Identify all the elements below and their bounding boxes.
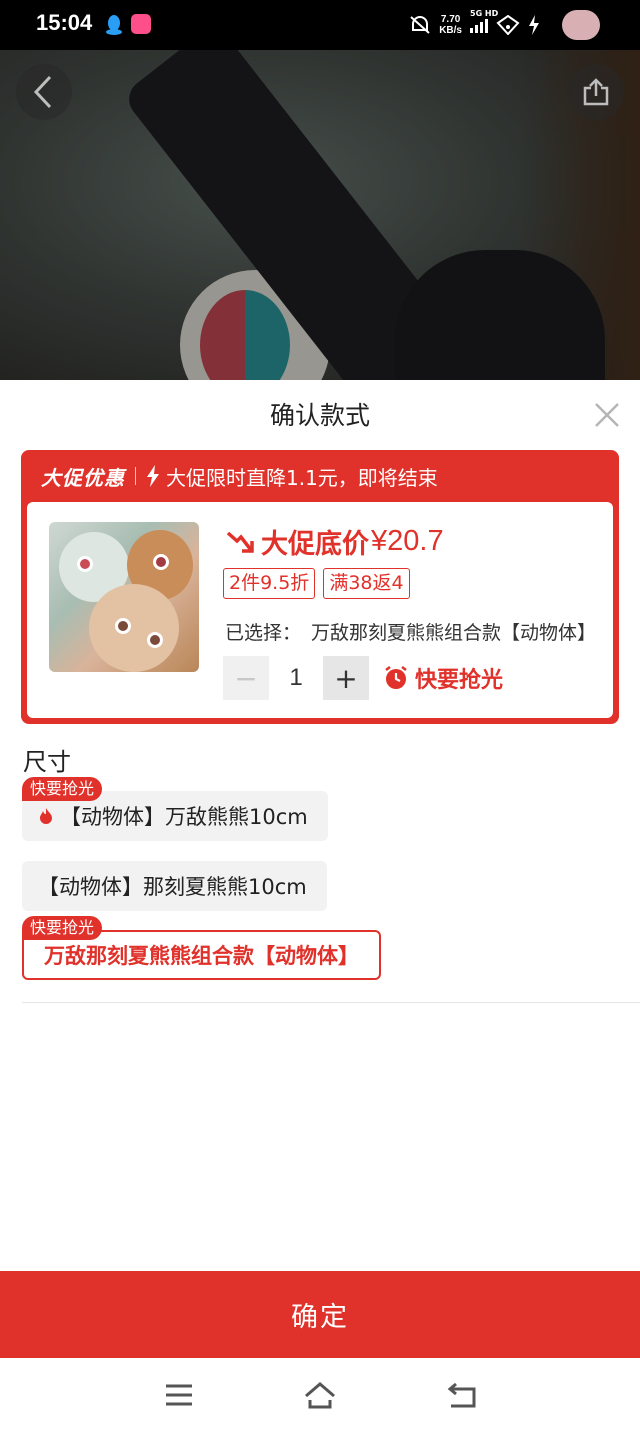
mute-icon (410, 16, 430, 34)
net-speed: 7.70 KB/s (439, 14, 462, 36)
discount-chips: 2件9.5折 满38返4 (223, 568, 410, 599)
confirm-button[interactable]: 确定 (0, 1271, 640, 1358)
home-icon[interactable] (303, 1380, 337, 1410)
status-bar: 15:04 7.70 KB/s 5G HD (0, 0, 640, 50)
selected-label: 已选择： (225, 622, 302, 644)
status-right: 7.70 KB/s 5G HD (409, 9, 540, 40)
divider (22, 1002, 640, 1003)
price-label: 大促底价 (261, 529, 369, 560)
fire-icon (40, 808, 52, 824)
share-button[interactable] (568, 64, 624, 120)
alarm-clock-icon (385, 666, 407, 689)
back-arrow-icon (33, 75, 52, 109)
product-image (0, 50, 640, 380)
qq-app-icon (104, 14, 124, 35)
stock-badge: 快要抢光 (22, 916, 103, 940)
price-down-arrow-icon (226, 531, 254, 553)
close-icon[interactable] (592, 400, 622, 430)
selected-variant: 已选择： 万敌那刻夏熊熊组合款【动物体】 (225, 618, 599, 645)
sheet-title: 确认款式 (269, 401, 370, 430)
promo-box: 大促优惠 大促限时直降1.1元，即将结束 大促底价 ¥20.7 2件9.5折 满… (21, 450, 619, 724)
quantity-stepper: − 1 + 快要抢光 (223, 656, 503, 700)
wifi-icon (496, 15, 520, 35)
size-option-label: 万敌那刻夏熊熊组合款【动物体】 (44, 944, 359, 968)
price-value: ¥20.7 (371, 525, 444, 557)
rebate-chip[interactable]: 满38返4 (323, 568, 410, 599)
stock-badge: 快要抢光 (22, 777, 103, 801)
lightning-icon (147, 465, 159, 487)
back-button[interactable] (16, 64, 72, 120)
quantity-value[interactable]: 1 (269, 664, 323, 692)
size-option-label: 【动物体】万敌熊熊10cm (60, 805, 308, 829)
product-thumbnail[interactable] (49, 522, 199, 672)
menu-icon[interactable] (162, 1380, 196, 1410)
hurry-label: 快要抢光 (383, 662, 503, 694)
charging-icon (529, 15, 539, 35)
app-notification-icon (131, 14, 151, 34)
signal-icon: 5G HD (470, 9, 498, 33)
back-icon[interactable] (445, 1380, 479, 1410)
size-option-label: 【动物体】那刻夏熊熊10cm (38, 875, 307, 899)
avatar (562, 10, 600, 40)
share-icon (583, 78, 609, 106)
size-section-title: 尺寸 (23, 748, 71, 776)
size-option[interactable]: 【动物体】那刻夏熊熊10cm (22, 861, 327, 911)
promo-tag: 大促优惠 (41, 465, 125, 490)
product-card: 大促底价 ¥20.7 2件9.5折 满38返4 已选择： 万敌那刻夏熊熊组合款【动… (27, 502, 613, 718)
promo-message: 大促限时直降1.1元，即将结束 (166, 465, 438, 490)
price-row: 大促底价 ¥20.7 (225, 522, 444, 561)
decrease-button[interactable]: − (223, 656, 269, 700)
system-nav-bar (0, 1358, 640, 1433)
increase-button[interactable]: + (323, 656, 369, 700)
discount-chip[interactable]: 2件9.5折 (223, 568, 316, 599)
selected-value: 万敌那刻夏熊熊组合款【动物体】 (311, 622, 597, 644)
status-time: 15:04 (36, 10, 93, 35)
promo-header: 大促优惠 大促限时直降1.1元，即将结束 (41, 461, 438, 491)
